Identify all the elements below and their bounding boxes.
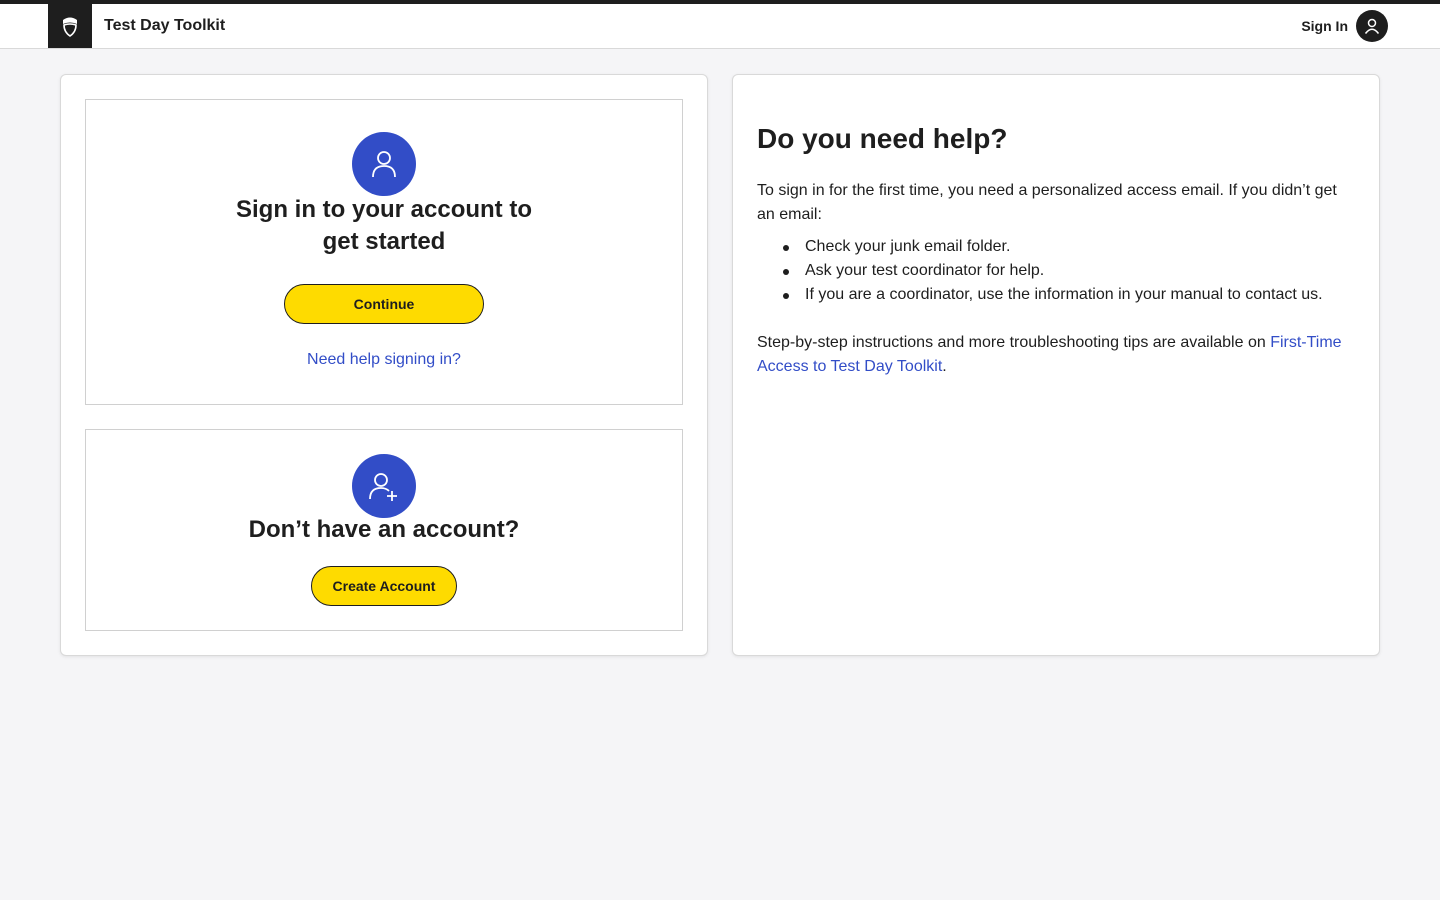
steps-end: . — [942, 358, 947, 375]
acorn-icon — [63, 17, 77, 37]
need-help-link[interactable]: Need help signing in? — [86, 350, 682, 370]
help-title: Do you need help? — [757, 123, 1008, 154]
sign-in-heading: Sign in to your account to get started — [236, 196, 532, 255]
sign-in-circle — [352, 132, 416, 196]
sign-in-card: Sign in to your account to get started C… — [85, 99, 683, 405]
sign-in-panel: Sign in to your account to get started C… — [60, 74, 708, 656]
list-item: If you are a coordinator, use the inform… — [781, 283, 1361, 307]
list-item: Check your junk email folder. — [781, 235, 1361, 259]
continue-button[interactable]: Continue — [284, 284, 484, 324]
help-steps-text: Step-by-step instructions and more troub… — [757, 331, 1357, 379]
add-user-icon — [369, 473, 397, 501]
app-title: Test Day Toolkit — [104, 17, 226, 34]
user-icon — [1364, 18, 1380, 34]
college-board-logo[interactable] — [48, 4, 92, 48]
header-sign-in-label: Sign In — [1301, 18, 1348, 34]
header-sign-in-button[interactable]: Sign In — [1301, 10, 1388, 42]
create-account-card: Don’t have an account? Create Account — [85, 429, 683, 631]
list-item: Ask your test coordinator for help. — [781, 259, 1361, 283]
top-nav-bar: Test Day Toolkit Sign In — [0, 0, 1440, 49]
steps-text: Step-by-step instructions and more troub… — [757, 334, 1271, 351]
create-account-circle — [352, 454, 416, 518]
avatar — [1356, 10, 1388, 42]
help-panel: Do you need help? To sign in for the fir… — [732, 74, 1380, 656]
create-account-heading: Don’t have an account? — [248, 516, 520, 543]
help-intro: To sign in for the first time, you need … — [757, 182, 1337, 223]
user-icon — [372, 151, 396, 178]
create-account-button[interactable]: Create Account — [311, 566, 457, 606]
help-list: Check your junk email folder. Ask your t… — [781, 235, 1361, 307]
